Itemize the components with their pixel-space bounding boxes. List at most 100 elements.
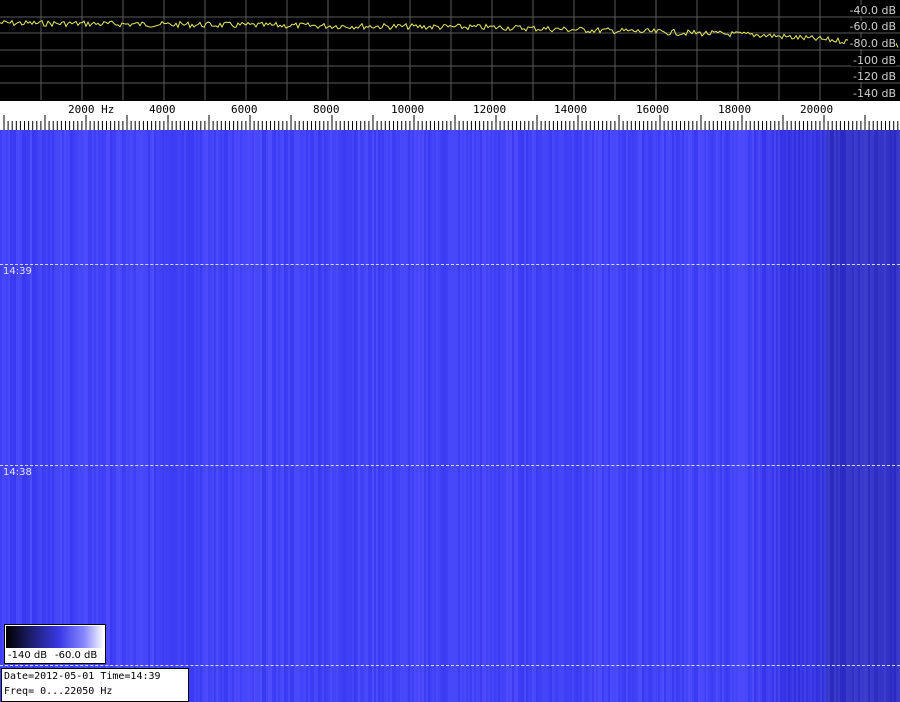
waterfall-display[interactable]: 14:39 14:38 — [0, 130, 900, 702]
waterfall-column — [550, 130, 552, 702]
waterfall-column — [420, 130, 422, 702]
waterfall-column — [472, 130, 474, 702]
waterfall-column — [644, 130, 646, 702]
spectrum-trace — [0, 19, 899, 49]
waterfall-column — [880, 130, 882, 702]
waterfall-column — [378, 130, 380, 702]
waterfall-column — [70, 130, 72, 702]
waterfall-column — [36, 130, 38, 702]
waterfall-column — [816, 130, 818, 702]
waterfall-column — [832, 130, 834, 702]
waterfall-column — [602, 130, 604, 702]
waterfall-column — [560, 130, 562, 702]
waterfall-column — [652, 130, 654, 702]
waterfall-column — [94, 130, 96, 702]
waterfall-column — [846, 130, 848, 702]
spectrum-panel[interactable]: -40.0 dB -60.0 dB -80.0 dB -100 dB -120 … — [0, 0, 900, 100]
waterfall-column — [548, 130, 550, 702]
waterfall-column — [162, 130, 164, 702]
waterfall-column — [244, 130, 246, 702]
colorbar-legend: -140 dB -60.0 dB — [4, 624, 106, 664]
waterfall-column — [822, 130, 824, 702]
waterfall-column — [222, 130, 224, 702]
waterfall-column — [532, 130, 534, 702]
waterfall-column — [502, 130, 504, 702]
waterfall-column — [566, 130, 568, 702]
waterfall-column — [512, 130, 514, 702]
waterfall-column — [416, 130, 418, 702]
waterfall-column — [182, 130, 184, 702]
waterfall-column — [408, 130, 410, 702]
waterfall-column — [230, 130, 232, 702]
waterfall-column — [580, 130, 582, 702]
waterfall-column — [790, 130, 792, 702]
waterfall-column — [106, 130, 108, 702]
waterfall-column — [462, 130, 464, 702]
waterfall-column — [446, 130, 448, 702]
waterfall-column — [738, 130, 740, 702]
waterfall-column — [724, 130, 726, 702]
info-date-time: Date=2012-05-01 Time=14:39 — [4, 671, 161, 682]
waterfall-column — [256, 130, 258, 702]
waterfall-column — [252, 130, 254, 702]
waterfall-column — [720, 130, 722, 702]
waterfall-column — [204, 130, 206, 702]
waterfall-column — [308, 130, 310, 702]
waterfall-column — [346, 130, 348, 702]
waterfall-column — [12, 130, 14, 702]
waterfall-column — [88, 130, 90, 702]
waterfall-column — [206, 130, 208, 702]
info-box: Date=2012-05-01 Time=14:39 Freq= 0...220… — [1, 668, 189, 702]
waterfall-column — [164, 130, 166, 702]
frequency-scale[interactable]: 2000 Hz 4000 6000 8000 10000 12000 14000… — [0, 100, 900, 131]
waterfall-column — [488, 130, 490, 702]
waterfall-column — [234, 130, 236, 702]
waterfall-column — [646, 130, 648, 702]
waterfall-column — [452, 130, 454, 702]
waterfall-column — [28, 130, 30, 702]
waterfall-column — [482, 130, 484, 702]
waterfall-column — [430, 130, 432, 702]
waterfall-column — [120, 130, 122, 702]
waterfall-column — [642, 130, 644, 702]
waterfall-column — [754, 130, 756, 702]
waterfall-column — [630, 130, 632, 702]
waterfall-column — [474, 130, 476, 702]
waterfall-column — [146, 130, 148, 702]
waterfall-column — [722, 130, 724, 702]
waterfall-column — [272, 130, 274, 702]
waterfall-column — [170, 130, 172, 702]
waterfall-column — [110, 130, 112, 702]
waterfall-column — [750, 130, 752, 702]
waterfall-column — [774, 130, 776, 702]
waterfall-column — [742, 130, 744, 702]
waterfall-column — [290, 130, 292, 702]
waterfall-column — [350, 130, 352, 702]
waterfall-column — [394, 130, 396, 702]
waterfall-column — [440, 130, 442, 702]
waterfall-column — [498, 130, 500, 702]
waterfall-column — [808, 130, 810, 702]
waterfall-column — [158, 130, 160, 702]
waterfall-column — [268, 130, 270, 702]
waterfall-column — [134, 130, 136, 702]
waterfall-column — [464, 130, 466, 702]
waterfall-column — [596, 130, 598, 702]
waterfall-column — [802, 130, 804, 702]
waterfall-column — [296, 130, 298, 702]
waterfall-column — [344, 130, 346, 702]
waterfall-column — [220, 130, 222, 702]
waterfall-column — [340, 130, 342, 702]
waterfall-column — [538, 130, 540, 702]
waterfall-column — [278, 130, 280, 702]
waterfall-column — [588, 130, 590, 702]
waterfall-column — [454, 130, 456, 702]
waterfall-column — [406, 130, 408, 702]
waterfall-column — [674, 130, 676, 702]
waterfall-column — [504, 130, 506, 702]
waterfall-column — [34, 130, 36, 702]
waterfall-column — [864, 130, 866, 702]
waterfall-column — [148, 130, 150, 702]
waterfall-column — [66, 130, 68, 702]
waterfall-column — [358, 130, 360, 702]
